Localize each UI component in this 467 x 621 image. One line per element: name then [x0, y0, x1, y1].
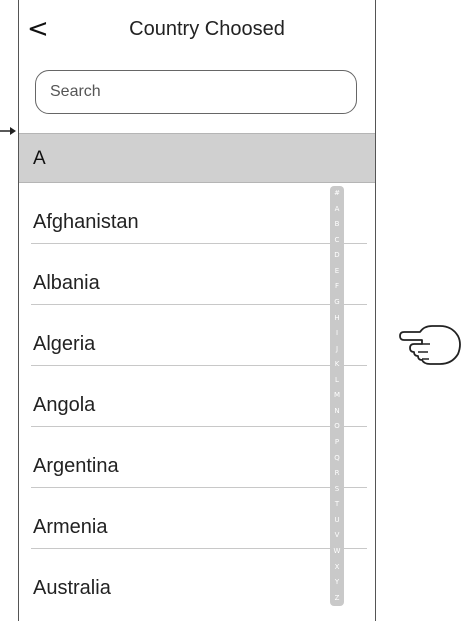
- index-letter-n[interactable]: N: [334, 407, 339, 415]
- index-letter-o[interactable]: O: [334, 423, 340, 430]
- screen: < Country Choosed A Afghanistan Albania …: [0, 0, 467, 621]
- index-letter-i[interactable]: I: [336, 330, 338, 337]
- index-letter-k[interactable]: K: [335, 361, 340, 368]
- index-letter-w[interactable]: W: [334, 547, 341, 555]
- index-letter-v[interactable]: V: [335, 532, 340, 539]
- index-letter-c[interactable]: C: [335, 236, 340, 244]
- phone-frame: < Country Choosed A Afghanistan Albania …: [18, 0, 376, 621]
- country-name: Armenia: [33, 516, 108, 538]
- country-name: Albania: [33, 272, 100, 294]
- country-item-armenia[interactable]: Armenia: [19, 488, 375, 549]
- country-name: Argentina: [33, 455, 119, 477]
- index-letter-hash[interactable]: #: [334, 190, 340, 197]
- index-letter-j[interactable]: J: [336, 345, 338, 353]
- index-letter-p[interactable]: P: [335, 439, 339, 446]
- index-letter-h[interactable]: H: [334, 314, 339, 322]
- index-letter-e[interactable]: E: [335, 267, 339, 275]
- search-input[interactable]: [35, 70, 357, 114]
- index-letter-q[interactable]: Q: [334, 454, 340, 462]
- country-name: Algeria: [33, 333, 96, 355]
- index-letter-m[interactable]: M: [334, 392, 340, 399]
- country-item-algeria[interactable]: Algeria: [19, 305, 375, 366]
- index-letter-l[interactable]: L: [335, 376, 339, 384]
- section-header-label: A: [33, 148, 46, 169]
- index-letter-x[interactable]: X: [335, 563, 340, 571]
- index-letter-r[interactable]: R: [335, 470, 340, 477]
- index-letter-t[interactable]: T: [335, 501, 339, 508]
- index-letter-f[interactable]: F: [335, 283, 339, 290]
- index-letter-y[interactable]: Y: [335, 579, 339, 586]
- index-letter-z[interactable]: Z: [335, 594, 340, 602]
- country-name: Angola: [33, 394, 96, 416]
- country-item-angola[interactable]: Angola: [19, 366, 375, 427]
- arrow-right-icon: [0, 127, 16, 135]
- index-letter-d[interactable]: D: [334, 252, 339, 259]
- country-item-afghanistan[interactable]: Afghanistan: [19, 183, 375, 244]
- index-letter-g[interactable]: G: [334, 298, 339, 306]
- country-name: Afghanistan: [33, 211, 139, 233]
- section-header-a: A: [19, 133, 375, 183]
- page-title: Country Choosed: [129, 18, 285, 40]
- country-item-australia[interactable]: Australia: [19, 549, 375, 610]
- country-list: Afghanistan Albania Algeria Angola Argen…: [19, 183, 375, 610]
- header: < Country Choosed: [19, 0, 375, 64]
- alphabet-index[interactable]: # A B C D E F G H I J K L M N O P Q R S …: [330, 186, 344, 606]
- index-letter-s[interactable]: S: [335, 485, 339, 493]
- pointing-hand-icon: [399, 325, 461, 365]
- index-letter-b[interactable]: B: [335, 221, 340, 228]
- index-letter-a[interactable]: A: [335, 205, 340, 213]
- index-letter-u[interactable]: U: [334, 516, 339, 524]
- country-item-albania[interactable]: Albania: [19, 244, 375, 305]
- country-name: Australia: [33, 577, 111, 599]
- country-item-argentina[interactable]: Argentina: [19, 427, 375, 488]
